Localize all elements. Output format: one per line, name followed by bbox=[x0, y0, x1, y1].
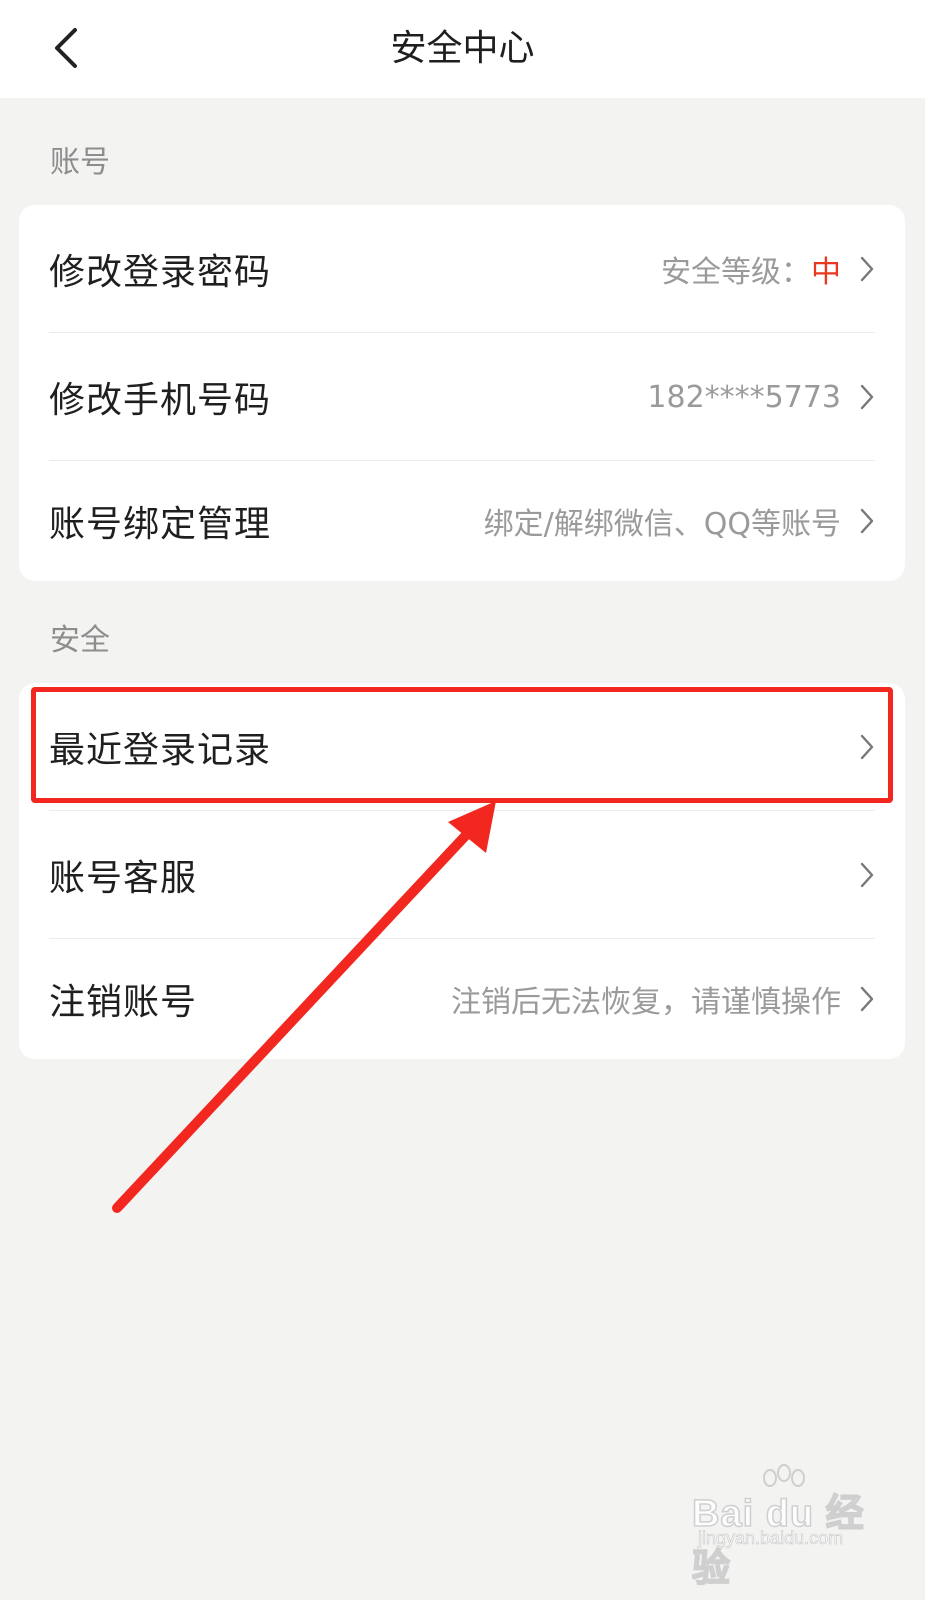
watermark-url: jingyan.baidu.com bbox=[698, 1528, 844, 1549]
baidu-watermark: Bai du 经验 jingyan.baidu.com bbox=[691, 1464, 882, 1591]
annotation-arrow-icon bbox=[112, 801, 496, 1213]
